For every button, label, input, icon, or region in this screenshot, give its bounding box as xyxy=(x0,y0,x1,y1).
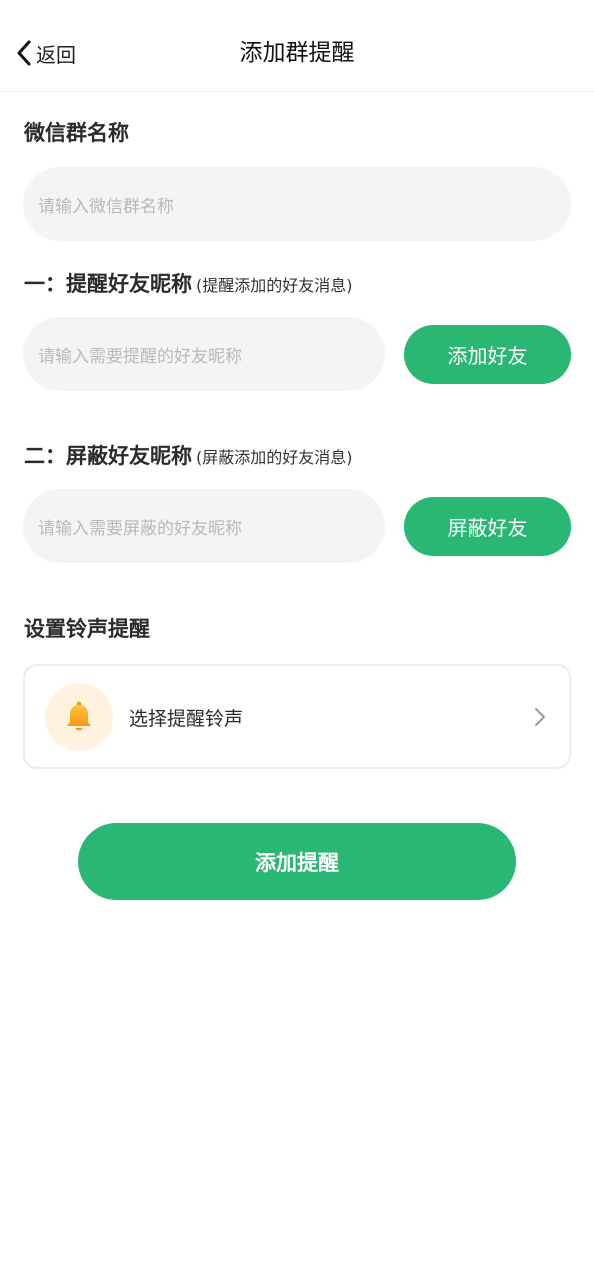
select-ringtone-card[interactable]: 选择提醒铃声 xyxy=(23,664,571,769)
block-friend-input[interactable]: 请输入需要屏蔽的好友昵称 xyxy=(23,489,385,563)
block-friends-title: 二：屏蔽好友昵称 xyxy=(24,444,192,468)
add-group-reminder-page: 返回 添加群提醒 微信群名称 请输入微信群名称 一：提醒好友昵称 (提醒添加的好友… xyxy=(0,0,594,1280)
block-friend-button[interactable]: 屏蔽好友 xyxy=(404,497,571,556)
ringtone-section-label: 设置铃声提醒 xyxy=(24,617,150,641)
add-reminder-button[interactable]: 添加提醒 xyxy=(78,823,516,900)
chevron-right-icon xyxy=(535,708,545,726)
add-friend-button[interactable]: 添加好友 xyxy=(404,325,571,384)
page-title: 添加群提醒 xyxy=(239,40,355,66)
bell-icon xyxy=(67,701,91,731)
group-name-placeholder: 请输入微信群名称 xyxy=(38,196,174,217)
group-name-label: 微信群名称 xyxy=(24,121,129,145)
block-friends-label: 二：屏蔽好友昵称 (屏蔽添加的好友消息) xyxy=(24,440,353,470)
remind-friends-label: 一：提醒好友昵称 (提醒添加的好友消息) xyxy=(24,268,353,298)
remind-friends-title: 一：提醒好友昵称 xyxy=(24,272,192,296)
group-name-input[interactable]: 请输入微信群名称 xyxy=(23,167,571,241)
remind-friends-note: (提醒添加的好友消息) xyxy=(196,276,353,295)
header-bar: 返回 添加群提醒 xyxy=(0,0,594,92)
remind-friend-input[interactable]: 请输入需要提醒的好友昵称 xyxy=(23,317,385,391)
select-ringtone-label: 选择提醒铃声 xyxy=(129,708,244,730)
remind-friend-placeholder: 请输入需要提醒的好友昵称 xyxy=(38,346,242,367)
block-friend-placeholder: 请输入需要屏蔽的好友昵称 xyxy=(38,518,242,539)
bell-icon-badge xyxy=(45,683,113,751)
block-friends-note: (屏蔽添加的好友消息) xyxy=(196,448,353,467)
